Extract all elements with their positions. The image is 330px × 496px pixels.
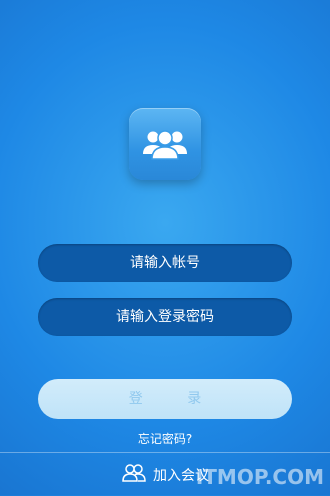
login-button[interactable]: 登 录	[38, 379, 292, 419]
watermark: ITMOP.COM	[195, 465, 324, 489]
forgot-password-link[interactable]: 忘记密码?	[0, 430, 330, 447]
app-logo	[129, 108, 201, 180]
group-users-icon	[129, 108, 201, 180]
users-outline-icon	[121, 463, 147, 487]
account-input[interactable]	[38, 244, 292, 282]
password-input[interactable]	[38, 298, 292, 336]
